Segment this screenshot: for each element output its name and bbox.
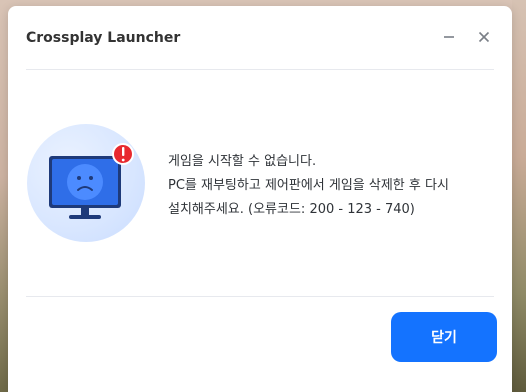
close-window-button[interactable] [473,26,495,48]
close-icon [478,31,490,43]
background-strip [512,0,526,392]
titlebar-divider [26,69,494,70]
error-message: 게임을 시작할 수 없습니다. PC를 재부팅하고 제어판에서 게임을 삭제한 … [168,150,488,222]
minimize-icon [444,36,454,38]
minimize-button[interactable] [438,26,460,48]
error-illustration [27,124,145,242]
titlebar: Crossplay Launcher [8,6,512,70]
error-line-1: 게임을 시작할 수 없습니다. [168,154,317,169]
footer-divider [26,296,494,297]
exclamation-badge-icon [112,143,134,165]
window-title: Crossplay Launcher [26,30,181,46]
launcher-dialog: Crossplay Launcher 게임을 시작할 수 없습니다. PC를 재… [8,6,512,392]
error-line-2: PC를 재부팅하고 제어판에서 게임을 삭제한 후 다시 [168,178,449,193]
close-button[interactable]: 닫기 [391,312,497,362]
error-line-3: 설치해주세요. (오류코드: 200 - 123 - 740) [168,202,415,217]
monitor-sad-face-icon [49,143,134,219]
